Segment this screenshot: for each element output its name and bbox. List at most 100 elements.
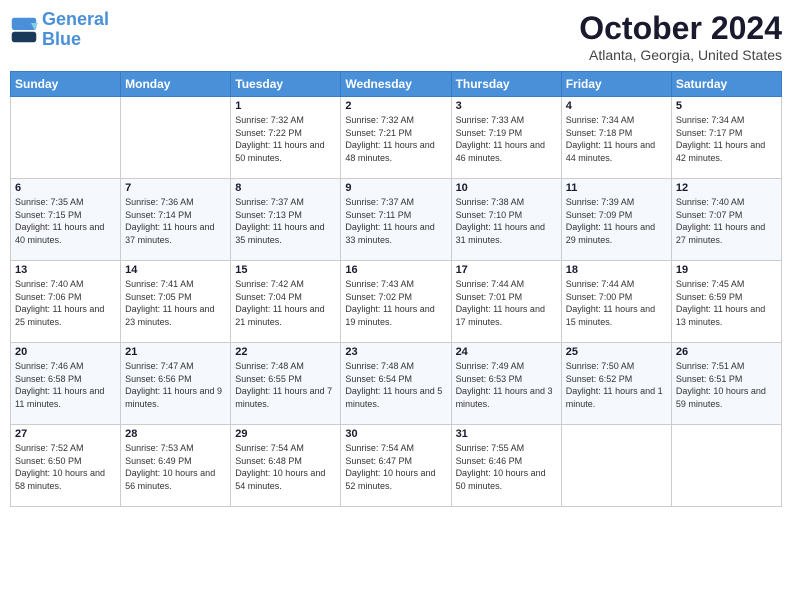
day-number: 28: [125, 428, 226, 440]
day-number: 14: [125, 264, 226, 276]
day-number: 19: [676, 264, 777, 276]
day-number: 9: [345, 182, 446, 194]
calendar-header-friday: Friday: [561, 72, 671, 97]
day-number: 23: [345, 346, 446, 358]
day-number: 24: [456, 346, 557, 358]
day-number: 4: [566, 100, 667, 112]
day-number: 18: [566, 264, 667, 276]
day-info: Sunrise: 7:35 AMSunset: 7:15 PMDaylight:…: [15, 196, 116, 246]
day-number: 8: [235, 182, 336, 194]
day-info: Sunrise: 7:33 AMSunset: 7:19 PMDaylight:…: [456, 114, 557, 164]
day-number: 12: [676, 182, 777, 194]
calendar-cell: 25 Sunrise: 7:50 AMSunset: 6:52 PMDayligh…: [561, 343, 671, 425]
day-info: Sunrise: 7:54 AMSunset: 6:47 PMDaylight:…: [345, 442, 446, 492]
calendar-week-1: 1 Sunrise: 7:32 AMSunset: 7:22 PMDaylight…: [11, 97, 782, 179]
calendar-header-saturday: Saturday: [671, 72, 781, 97]
day-number: 2: [345, 100, 446, 112]
calendar-cell: 26Sunrise: 7:51 AMSunset: 6:51 PMDayligh…: [671, 343, 781, 425]
header: General Blue October 2024 Atlanta, Georg…: [10, 10, 782, 63]
day-number: 20: [15, 346, 116, 358]
calendar-cell: 22Sunrise: 7:48 AMSunset: 6:55 PMDayligh…: [231, 343, 341, 425]
day-number: 21: [125, 346, 226, 358]
day-info: Sunrise: 7:38 AMSunset: 7:10 PMDaylight:…: [456, 196, 557, 246]
calendar-cell: 7 Sunrise: 7:36 AMSunset: 7:14 PMDaylight…: [121, 179, 231, 261]
day-info: Sunrise: 7:45 AMSunset: 6:59 PMDaylight:…: [676, 278, 777, 328]
title-section: October 2024 Atlanta, Georgia, United St…: [579, 10, 782, 63]
calendar-cell: 18 Sunrise: 7:44 AMSunset: 7:00 PMDayligh…: [561, 261, 671, 343]
calendar-cell: 11 Sunrise: 7:39 AMSunset: 7:09 PMDayligh…: [561, 179, 671, 261]
day-number: 3: [456, 100, 557, 112]
calendar-cell: 20 Sunrise: 7:46 AMSunset: 6:58 PMDayligh…: [11, 343, 121, 425]
calendar-cell: 30Sunrise: 7:54 AMSunset: 6:47 PMDayligh…: [341, 425, 451, 507]
day-info: Sunrise: 7:53 AMSunset: 6:49 PMDaylight:…: [125, 442, 226, 492]
calendar-cell: [121, 97, 231, 179]
day-number: 10: [456, 182, 557, 194]
month-title: October 2024: [579, 10, 782, 47]
calendar-cell: [671, 425, 781, 507]
day-number: 31: [456, 428, 557, 440]
day-info: Sunrise: 7:36 AMSunset: 7:14 PMDaylight:…: [125, 196, 226, 246]
day-number: 15: [235, 264, 336, 276]
logo-text: General Blue: [42, 10, 109, 50]
location-title: Atlanta, Georgia, United States: [579, 47, 782, 63]
calendar-cell: 5 Sunrise: 7:34 AMSunset: 7:17 PMDaylight…: [671, 97, 781, 179]
day-number: 6: [15, 182, 116, 194]
calendar-cell: 14Sunrise: 7:41 AMSunset: 7:05 PMDayligh…: [121, 261, 231, 343]
calendar-week-2: 6 Sunrise: 7:35 AMSunset: 7:15 PMDaylight…: [11, 179, 782, 261]
day-info: Sunrise: 7:44 AMSunset: 7:00 PMDaylight:…: [566, 278, 667, 328]
day-number: 11: [566, 182, 667, 194]
calendar-cell: 28 Sunrise: 7:53 AMSunset: 6:49 PMDayligh…: [121, 425, 231, 507]
logo-icon: [10, 16, 38, 44]
day-info: Sunrise: 7:55 AMSunset: 6:46 PMDaylight:…: [456, 442, 557, 492]
calendar: SundayMondayTuesdayWednesdayThursdayFrid…: [10, 71, 782, 507]
day-number: 17: [456, 264, 557, 276]
calendar-cell: 10 Sunrise: 7:38 AMSunset: 7:10 PMDayligh…: [451, 179, 561, 261]
day-number: 29: [235, 428, 336, 440]
day-info: Sunrise: 7:54 AMSunset: 6:48 PMDaylight:…: [235, 442, 336, 492]
calendar-week-5: 27Sunrise: 7:52 AMSunset: 6:50 PMDayligh…: [11, 425, 782, 507]
day-info: Sunrise: 7:34 AMSunset: 7:18 PMDaylight:…: [566, 114, 667, 164]
calendar-cell: 9Sunrise: 7:37 AMSunset: 7:11 PMDaylight…: [341, 179, 451, 261]
day-info: Sunrise: 7:32 AMSunset: 7:21 PMDaylight:…: [345, 114, 446, 164]
day-number: 27: [15, 428, 116, 440]
calendar-cell: 6 Sunrise: 7:35 AMSunset: 7:15 PMDaylight…: [11, 179, 121, 261]
calendar-cell: 13 Sunrise: 7:40 AMSunset: 7:06 PMDayligh…: [11, 261, 121, 343]
logo-line1: General: [42, 9, 109, 29]
calendar-cell: 17Sunrise: 7:44 AMSunset: 7:01 PMDayligh…: [451, 261, 561, 343]
day-info: Sunrise: 7:39 AMSunset: 7:09 PMDaylight:…: [566, 196, 667, 246]
day-info: Sunrise: 7:34 AMSunset: 7:17 PMDaylight:…: [676, 114, 777, 164]
day-number: 16: [345, 264, 446, 276]
day-number: 7: [125, 182, 226, 194]
calendar-cell: 4 Sunrise: 7:34 AMSunset: 7:18 PMDaylight…: [561, 97, 671, 179]
day-number: 5: [676, 100, 777, 112]
day-info: Sunrise: 7:42 AMSunset: 7:04 PMDaylight:…: [235, 278, 336, 328]
day-number: 25: [566, 346, 667, 358]
logo-line2: Blue: [42, 29, 81, 49]
day-info: Sunrise: 7:46 AMSunset: 6:58 PMDaylight:…: [15, 360, 116, 410]
day-info: Sunrise: 7:40 AMSunset: 7:06 PMDaylight:…: [15, 278, 116, 328]
day-info: Sunrise: 7:32 AMSunset: 7:22 PMDaylight:…: [235, 114, 336, 164]
calendar-header-sunday: Sunday: [11, 72, 121, 97]
day-info: Sunrise: 7:47 AMSunset: 6:56 PMDaylight:…: [125, 360, 226, 410]
calendar-cell: 2 Sunrise: 7:32 AMSunset: 7:21 PMDaylight…: [341, 97, 451, 179]
day-info: Sunrise: 7:49 AMSunset: 6:53 PMDaylight:…: [456, 360, 557, 410]
calendar-cell: 19 Sunrise: 7:45 AMSunset: 6:59 PMDayligh…: [671, 261, 781, 343]
calendar-cell: [11, 97, 121, 179]
page: General Blue October 2024 Atlanta, Georg…: [0, 0, 792, 612]
calendar-cell: 29 Sunrise: 7:54 AMSunset: 6:48 PMDayligh…: [231, 425, 341, 507]
day-number: 13: [15, 264, 116, 276]
calendar-cell: 21 Sunrise: 7:47 AMSunset: 6:56 PMDayligh…: [121, 343, 231, 425]
calendar-header-row: SundayMondayTuesdayWednesdayThursdayFrid…: [11, 72, 782, 97]
calendar-header-wednesday: Wednesday: [341, 72, 451, 97]
day-number: 1: [235, 100, 336, 112]
calendar-cell: 27Sunrise: 7:52 AMSunset: 6:50 PMDayligh…: [11, 425, 121, 507]
calendar-cell: 12Sunrise: 7:40 AMSunset: 7:07 PMDayligh…: [671, 179, 781, 261]
logo: General Blue: [10, 10, 109, 50]
calendar-cell: 15 Sunrise: 7:42 AMSunset: 7:04 PMDayligh…: [231, 261, 341, 343]
calendar-cell: 1 Sunrise: 7:32 AMSunset: 7:22 PMDaylight…: [231, 97, 341, 179]
calendar-cell: 8Sunrise: 7:37 AMSunset: 7:13 PMDaylight…: [231, 179, 341, 261]
day-info: Sunrise: 7:50 AMSunset: 6:52 PMDaylight:…: [566, 360, 667, 410]
day-info: Sunrise: 7:48 AMSunset: 6:54 PMDaylight:…: [345, 360, 446, 410]
calendar-header-monday: Monday: [121, 72, 231, 97]
calendar-cell: 3 Sunrise: 7:33 AMSunset: 7:19 PMDaylight…: [451, 97, 561, 179]
